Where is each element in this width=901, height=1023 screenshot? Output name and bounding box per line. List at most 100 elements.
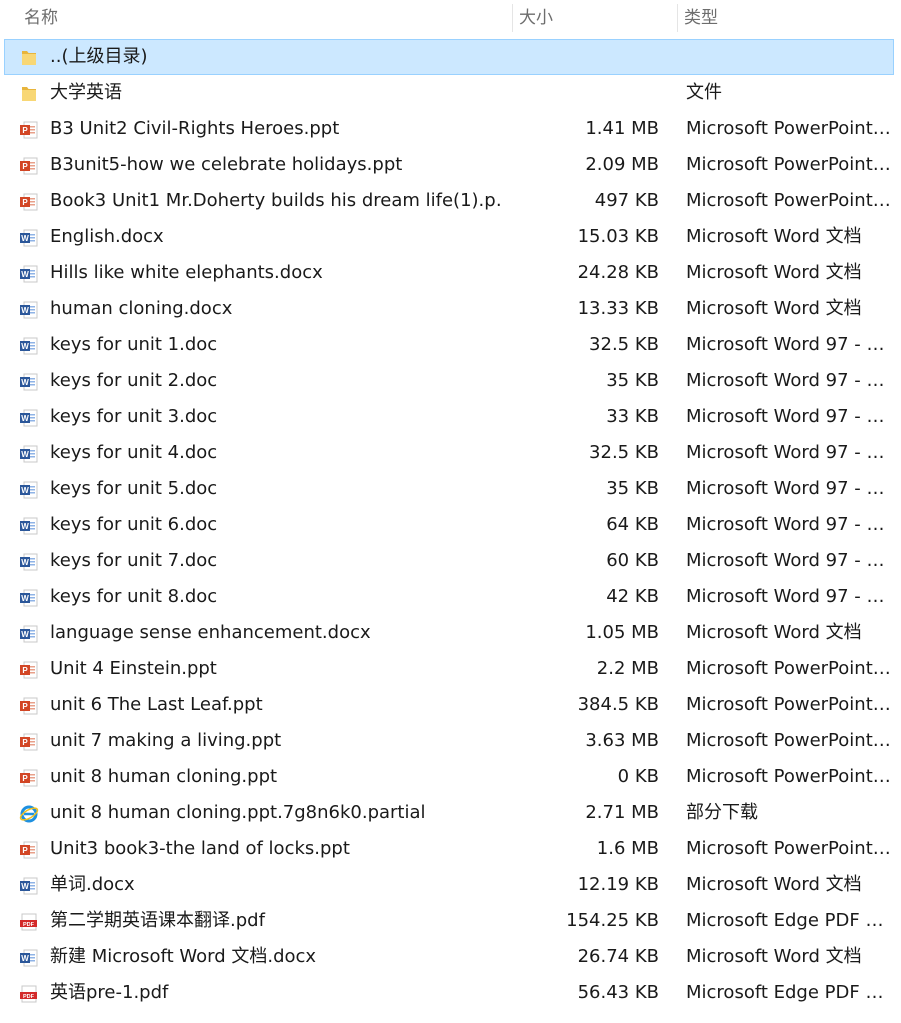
file-row[interactable]: W 单词.docx 12.19 KB Microsoft Word 文档 (4, 867, 894, 903)
file-name: keys for unit 3.doc (50, 406, 218, 427)
word-icon: W (19, 372, 39, 392)
svg-text:P: P (22, 126, 28, 135)
file-size (505, 76, 659, 110)
file-name: unit 6 The Last Leaf.ppt (50, 694, 263, 715)
ppt-icon: P (19, 768, 39, 788)
file-row[interactable]: Punit 7 making a living.ppt 3.63 MB Micros… (4, 723, 894, 759)
ppt-icon: P (19, 696, 39, 716)
file-name: keys for unit 6.doc (50, 514, 218, 535)
file-name: 英语pre-1.pdf (50, 982, 169, 1003)
ppt-icon: P (19, 660, 39, 680)
svg-text:W: W (21, 558, 29, 567)
file-row[interactable]: P Unit 4 Einstein.ppt 2.2 MB Microsoft Powe… (4, 651, 894, 687)
file-row[interactable]: P Book3 Unit1 Mr.Doherty builds his dream… (4, 183, 894, 219)
file-name: keys for unit 8.doc (50, 586, 218, 607)
file-size: 15.03 KB (577, 226, 659, 247)
column-header-type[interactable]: 类型 (684, 0, 718, 36)
file-row[interactable]: Wkeys for unit 1.doc 32.5 KB Microsoft Wor… (4, 327, 894, 363)
file-row[interactable]: Wkeys for unit 5.doc 35 KB Microsoft Word … (4, 471, 894, 507)
file-row[interactable]: 大学英语 文件 (4, 75, 894, 111)
svg-text:W: W (21, 594, 29, 603)
file-size: 13.33 KB (577, 298, 659, 319)
file-type: Microsoft PowerPoint… (686, 766, 891, 787)
ppt-icon: P (19, 156, 39, 176)
file-row[interactable]: Wkeys for unit 6.doc 64 KB Microsoft Word … (4, 507, 894, 543)
svg-text:PDF: PDF (23, 922, 35, 928)
file-size: 3.63 MB (585, 730, 659, 751)
svg-text:W: W (21, 630, 29, 639)
word-icon: W (19, 948, 39, 968)
file-size: 35 KB (606, 478, 659, 499)
svg-text:W: W (21, 234, 29, 243)
file-list: ..(上级目录) 大学英语 文件 P B3 Unit2 Civil-Rights Her… (0, 39, 901, 1011)
file-type: Microsoft Word 文档 (686, 298, 862, 319)
file-name: keys for unit 2.doc (50, 370, 218, 391)
word-icon: W (19, 552, 39, 572)
file-row[interactable]: Wkeys for unit 2.doc 35 KB Microsoft Word … (4, 363, 894, 399)
word-icon: W (19, 264, 39, 284)
svg-text:W: W (21, 342, 29, 351)
file-row[interactable]: Wkeys for unit 8.doc 42 KB Microsoft Word … (4, 579, 894, 615)
file-row[interactable]: Punit 6 The Last Leaf.ppt 384.5 KB Microso… (4, 687, 894, 723)
file-name: B3unit5-how we celebrate holidays.ppt (50, 154, 403, 175)
file-size: 1.6 MB (596, 838, 659, 859)
column-header-name[interactable]: 名称 (24, 0, 58, 36)
file-name: human cloning.docx (50, 298, 233, 319)
file-type: Microsoft Word 97 - … (686, 442, 885, 463)
file-row[interactable]: P B3unit5-how we celebrate holidays.ppt 2.… (4, 147, 894, 183)
file-row[interactable]: Punit 8 human cloning.ppt 0 KB Microsoft P… (4, 759, 894, 795)
file-row[interactable]: Wlanguage sense enhancement.docx 1.05 MB M… (4, 615, 894, 651)
file-size: 26.74 KB (577, 946, 659, 967)
file-row[interactable]: ..(上级目录) (4, 39, 894, 75)
file-size: 32.5 KB (589, 442, 659, 463)
file-type: Microsoft Word 97 - … (686, 334, 885, 355)
file-row[interactable]: P B3 Unit2 Civil-Rights Heroes.ppt 1.41 MB… (4, 111, 894, 147)
file-type: Microsoft Edge PDF … (686, 910, 884, 931)
file-size (505, 40, 659, 74)
file-type: Microsoft PowerPoint… (686, 118, 891, 139)
file-row[interactable]: Wkeys for unit 3.doc 33 KB Microsoft Word … (4, 399, 894, 435)
file-name: language sense enhancement.docx (50, 622, 371, 643)
file-row[interactable]: W 新建 Microsoft Word 文档.docx 26.74 KB Micros… (4, 939, 894, 975)
svg-text:P: P (22, 162, 28, 171)
file-size: 1.41 MB (585, 118, 659, 139)
column-header: 名称 大小 类型 (0, 0, 901, 36)
file-type: Microsoft Word 文档 (686, 946, 862, 967)
svg-text:P: P (22, 702, 28, 711)
folder-icon (19, 84, 39, 104)
file-type: Microsoft Edge PDF … (686, 982, 884, 1003)
file-size: 497 KB (594, 190, 659, 211)
file-row[interactable]: W English.docx 15.03 KB Microsoft Word 文档 (4, 219, 894, 255)
svg-text:P: P (22, 846, 28, 855)
word-icon: W (19, 588, 39, 608)
file-type: 部分下载 (686, 802, 758, 823)
pdf-icon: PDF (19, 984, 39, 1004)
word-icon: W (19, 516, 39, 536)
file-name: Unit3 book3-the land of locks.ppt (50, 838, 350, 859)
file-row[interactable]: Wkeys for unit 4.doc 32.5 KB Microsoft Wor… (4, 435, 894, 471)
column-header-size[interactable]: 大小 (519, 0, 553, 36)
file-row[interactable]: P Unit3 book3-the land of locks.ppt 1.6 MB… (4, 831, 894, 867)
file-row[interactable]: unit 8 human cloning.ppt.7g8n6k0.partial… (4, 795, 894, 831)
word-icon: W (19, 300, 39, 320)
ppt-icon: P (19, 732, 39, 752)
column-divider[interactable] (512, 4, 513, 32)
file-type: Microsoft Word 文档 (686, 622, 862, 643)
file-row[interactable]: Wkeys for unit 7.doc 60 KB Microsoft Word … (4, 543, 894, 579)
file-name: keys for unit 7.doc (50, 550, 218, 571)
file-size: 24.28 KB (577, 262, 659, 283)
file-row[interactable]: Whuman cloning.docx 13.33 KB Microsoft Wor… (4, 291, 894, 327)
file-type: Microsoft Word 97 - … (686, 370, 885, 391)
file-row[interactable]: PDF 英语pre-1.pdf 56.43 KB Microsoft Edge PDF… (4, 975, 894, 1011)
word-icon: W (19, 336, 39, 356)
column-divider[interactable] (677, 4, 678, 32)
svg-text:W: W (21, 522, 29, 531)
file-size: 2.2 MB (596, 658, 659, 679)
file-type: Microsoft Word 97 - … (686, 550, 885, 571)
file-name: 大学英语 (50, 82, 122, 103)
svg-text:W: W (21, 414, 29, 423)
file-size: 42 KB (606, 586, 659, 607)
file-row[interactable]: W Hills like white elephants.docx 24.28 KB… (4, 255, 894, 291)
file-size: 33 KB (606, 406, 659, 427)
file-row[interactable]: PDF 第二学期英语课本翻译.pdf 154.25 KB Microsoft Edge… (4, 903, 894, 939)
